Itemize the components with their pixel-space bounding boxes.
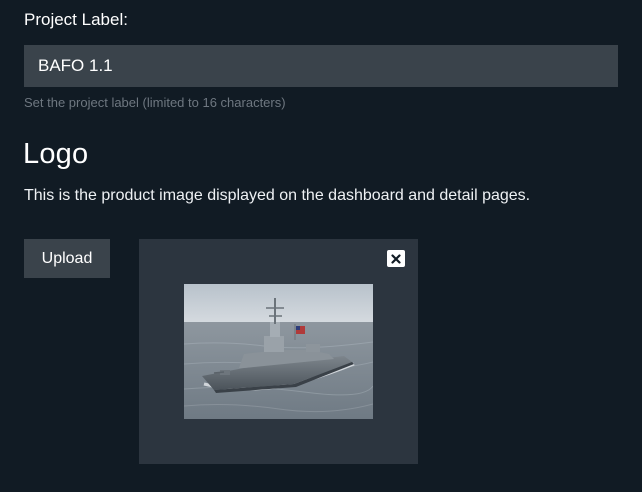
remove-image-button[interactable]	[387, 250, 405, 267]
project-label-heading: Project Label:	[24, 10, 128, 29]
ship-image	[184, 284, 373, 419]
logo-section-title: Logo	[23, 138, 89, 170]
logo-preview-panel	[139, 239, 418, 464]
upload-button[interactable]: Upload	[24, 239, 110, 278]
project-label-help-text: Set the project label (limited to 16 cha…	[24, 95, 286, 110]
close-icon	[391, 253, 401, 264]
settings-page: Project Label: Set the project label (li…	[0, 0, 642, 492]
logo-image	[184, 284, 373, 419]
project-label-input[interactable]	[24, 45, 618, 87]
logo-section-description: This is the product image displayed on t…	[24, 187, 531, 204]
